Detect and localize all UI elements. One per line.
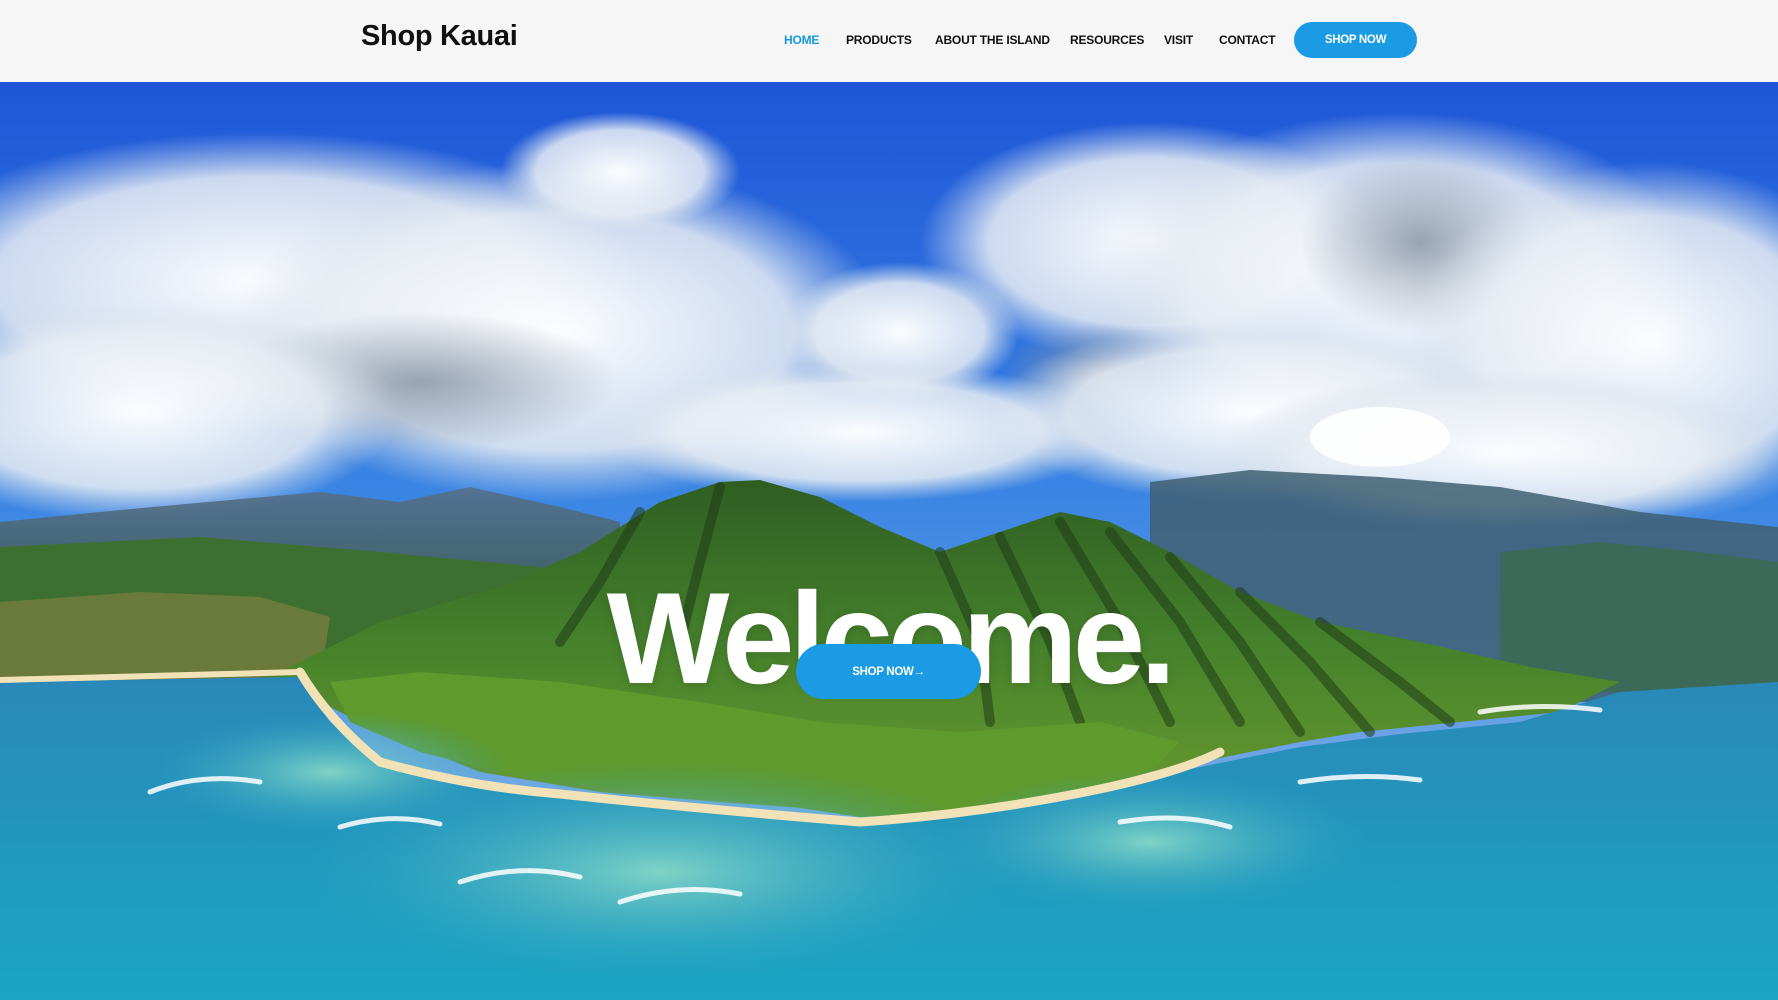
site-header: Shop Kauai HOME PRODUCTS ABOUT THE ISLAN… — [0, 0, 1778, 82]
nav-item-contact[interactable]: CONTACT — [1219, 33, 1276, 47]
main-nav: HOME PRODUCTS ABOUT THE ISLAND RESOURCES… — [0, 0, 1778, 82]
nav-item-resources[interactable]: RESOURCES — [1070, 33, 1144, 47]
hero-section: Welcome. SHOP NOW→ — [0, 82, 1778, 1000]
nav-item-home[interactable]: HOME — [784, 33, 819, 47]
nav-item-visit[interactable]: VISIT — [1164, 33, 1193, 47]
page: Shop Kauai HOME PRODUCTS ABOUT THE ISLAN… — [0, 0, 1778, 1000]
nav-item-about-the-island[interactable]: ABOUT THE ISLAND — [935, 33, 1050, 47]
header-shop-now-button[interactable]: SHOP NOW — [1294, 22, 1417, 58]
nav-item-products[interactable]: PRODUCTS — [846, 33, 912, 47]
hero-shop-now-button[interactable]: SHOP NOW→ — [796, 644, 981, 699]
hero-background-image — [0, 82, 1778, 1000]
